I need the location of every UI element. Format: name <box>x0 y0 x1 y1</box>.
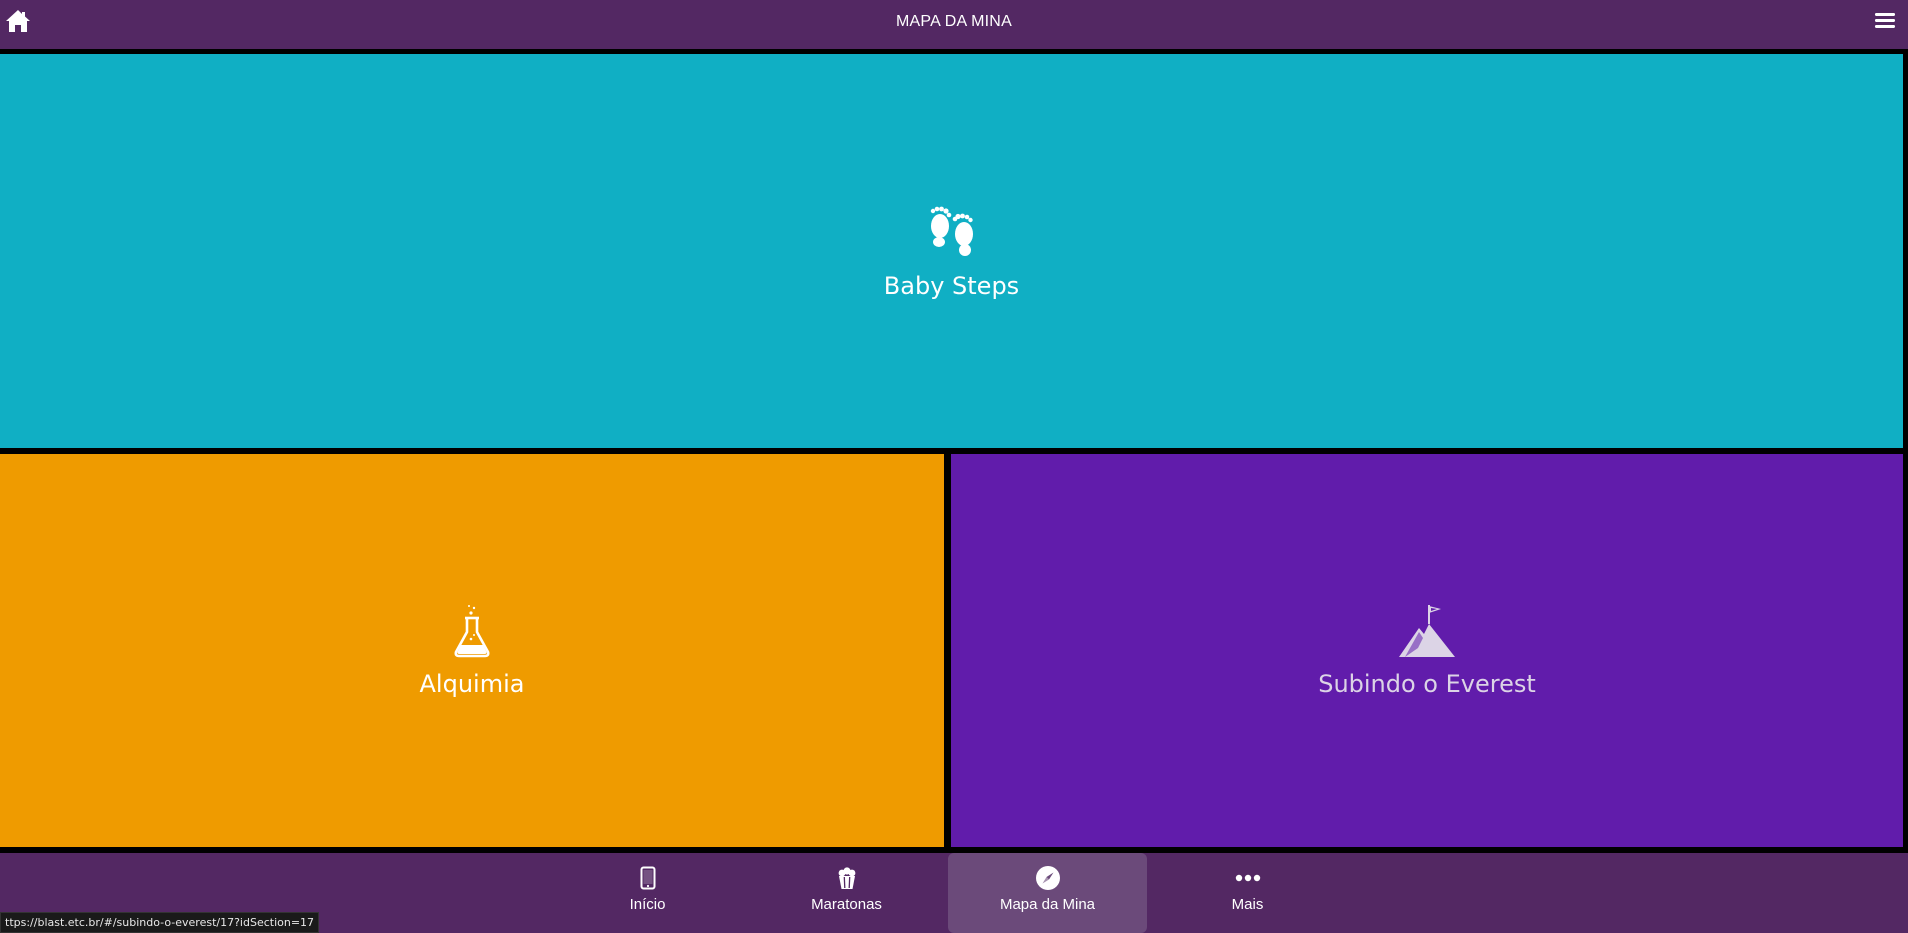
tab-label: Início <box>629 896 666 913</box>
tab-inicio[interactable]: Início <box>548 853 747 933</box>
tile-subindo-o-everest[interactable]: Subindo o Everest <box>951 454 1903 847</box>
compass-icon <box>1035 866 1060 890</box>
tile-label: Baby Steps <box>883 272 1020 300</box>
tile-label: Alquimia <box>419 669 525 698</box>
top-bar: MAPA DA MINA <box>0 0 1908 49</box>
mountain-flag-icon <box>1399 604 1455 657</box>
flask-icon <box>454 604 490 657</box>
more-dots-icon <box>1235 874 1260 882</box>
popcorn-icon <box>838 867 855 889</box>
tab-mais[interactable]: Mais <box>1148 853 1347 933</box>
tab-maratonas[interactable]: Maratonas <box>747 853 946 933</box>
footprints-icon <box>930 206 973 256</box>
status-url: ttps://blast.etc.br/#/subindo-o-everest/… <box>0 912 320 933</box>
tile-label: Subindo o Everest <box>1318 669 1536 698</box>
tile-alquimia[interactable]: Alquimia <box>0 454 944 847</box>
tab-mapa-da-mina[interactable]: Mapa da Mina <box>948 853 1147 933</box>
hamburger-menu-icon[interactable] <box>1874 10 1896 30</box>
page-title: MAPA DA MINA <box>896 13 1012 30</box>
tab-label: Mais <box>1231 896 1264 913</box>
tile-baby-steps[interactable]: Baby Steps <box>0 54 1903 448</box>
phone-icon <box>640 866 655 890</box>
tab-label: Mapa da Mina <box>999 896 1096 913</box>
tab-label: Maratonas <box>811 896 882 913</box>
app-root: MAPA DA MINA Baby Steps Alquimia Subindo… <box>0 0 1908 933</box>
